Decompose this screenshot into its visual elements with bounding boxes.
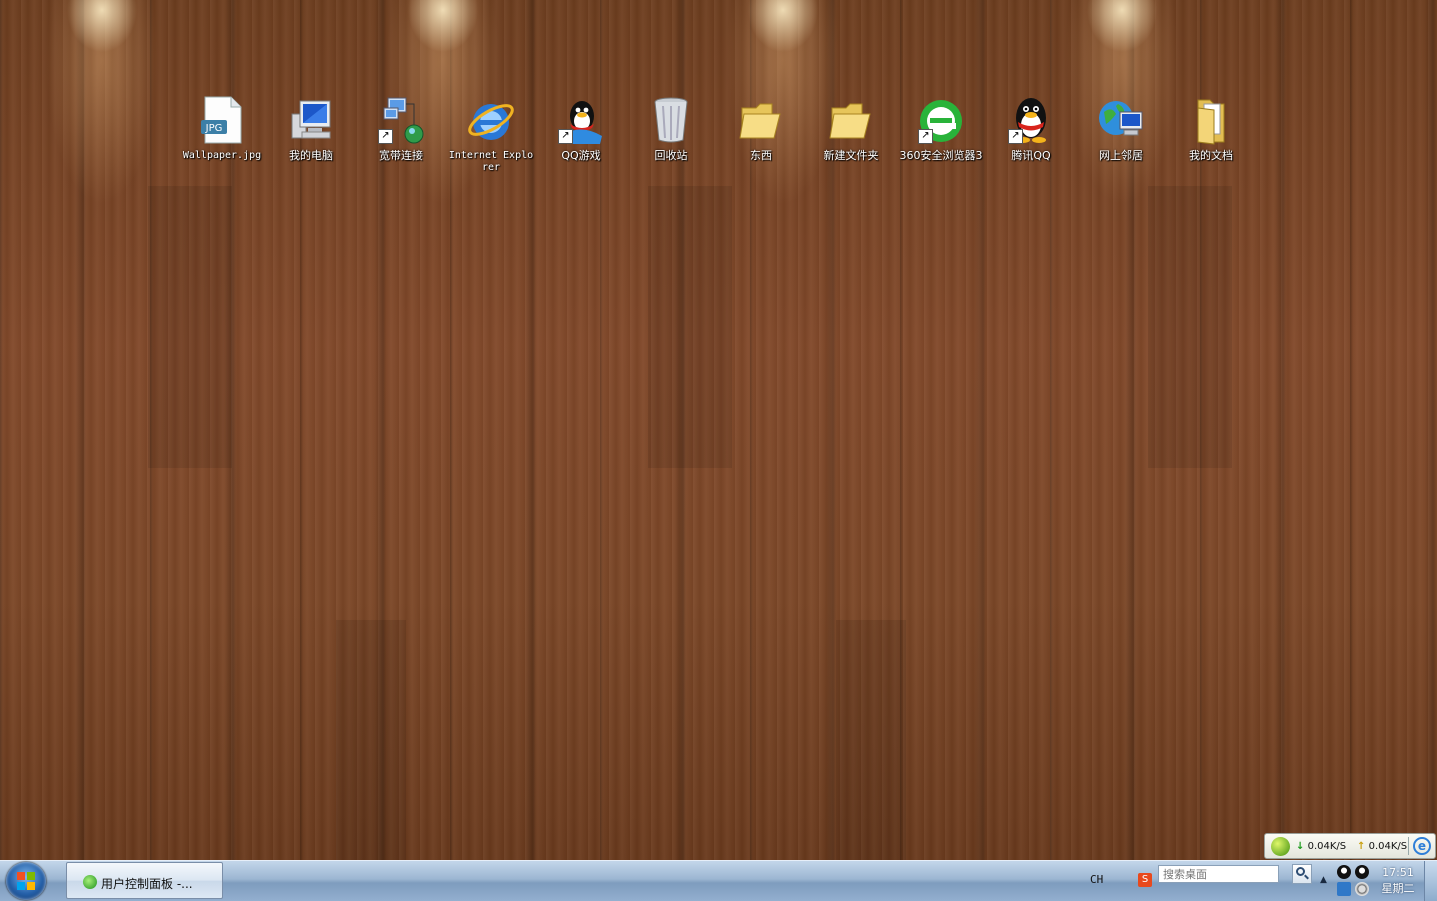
- recycle-bin-icon: [646, 94, 696, 146]
- internet-explorer-icon[interactable]: e: [1413, 837, 1431, 855]
- clock-time: 17:51: [1382, 866, 1414, 879]
- my-documents-icon: [1186, 94, 1236, 146]
- 360-browser-icon: [83, 875, 97, 889]
- desktop-icon-recycle-bin[interactable]: 回收站: [626, 94, 716, 162]
- desktop-icon-internet-explorer[interactable]: Internet Explorer: [446, 94, 536, 174]
- desktop-search-input[interactable]: [1158, 865, 1279, 883]
- wood-plank-shade: [836, 620, 906, 860]
- desktop-icon-label: Internet Explorer: [448, 150, 534, 173]
- internet-explorer-icon: [466, 94, 516, 146]
- my-computer-icon: [286, 94, 336, 146]
- desktop-icon-folder-stuff[interactable]: 东西: [716, 94, 806, 162]
- system-clock[interactable]: 17:51 星期二: [1374, 865, 1422, 897]
- shortcut-arrow-icon: ↗: [918, 129, 933, 144]
- network-speed-widget[interactable]: ↓ 0.04K/S ↑ 0.04K/S e: [1264, 833, 1436, 859]
- desktop-icon-label: 腾讯QQ: [1011, 149, 1051, 162]
- wood-plank-shade: [148, 186, 232, 468]
- download-speed: ↓ 0.04K/S: [1296, 841, 1346, 852]
- 360-guard-icon[interactable]: [1271, 837, 1290, 856]
- svg-text:JPG: JPG: [205, 123, 223, 134]
- download-arrow-icon: ↓: [1296, 841, 1305, 852]
- network-tray-icon[interactable]: [1337, 882, 1351, 896]
- wood-plank-shade: [648, 186, 732, 468]
- desktop-icon-label: 网上邻居: [1099, 149, 1143, 162]
- divider: [1408, 837, 1409, 855]
- network-connection-icon: ↗: [376, 94, 426, 146]
- folder-icon: [736, 94, 786, 146]
- desktop-icon-label: QQ游戏: [561, 149, 601, 162]
- desktop-icon-my-documents[interactable]: 我的文档: [1166, 94, 1256, 162]
- search-icon-handle: [1304, 874, 1309, 880]
- desktop-icon-label: Wallpaper.jpg: [182, 150, 262, 161]
- 360-browser-icon: ↗: [916, 94, 966, 146]
- download-speed-value: 0.04K/S: [1307, 841, 1347, 852]
- shortcut-arrow-icon: ↗: [378, 129, 393, 144]
- wood-plank-shade: [336, 620, 406, 860]
- sogou-ime-icon[interactable]: S: [1138, 873, 1152, 887]
- start-button[interactable]: [6, 862, 46, 900]
- desktop-background: JPG Wallpaper.jpg 我的电脑 ↗ 宽带连接 Internet E…: [0, 0, 1437, 860]
- taskbar: 用户控制面板 -... CH S ▲ 17:51 星期二: [0, 860, 1437, 901]
- network-places-icon: [1096, 94, 1146, 146]
- clock-day: 星期二: [1381, 882, 1415, 895]
- desktop-icon-label: 宽带连接: [379, 149, 423, 162]
- desktop-icon-label: 360安全浏览器3: [899, 149, 983, 162]
- desktop-icon-new-folder[interactable]: 新建文件夹: [806, 94, 896, 162]
- jpg-file-icon: JPG: [197, 94, 247, 146]
- qq-tray-icon[interactable]: [1337, 865, 1351, 879]
- volume-tray-icon[interactable]: [1355, 882, 1369, 896]
- taskbar-window-button[interactable]: 用户控制面板 -...: [66, 862, 223, 899]
- desktop-icon-my-computer[interactable]: 我的电脑: [266, 94, 356, 162]
- upload-speed-value: 0.04K/S: [1368, 841, 1408, 852]
- upload-speed: ↑ 0.04K/S: [1357, 841, 1407, 852]
- qq-tray-icon[interactable]: [1355, 865, 1369, 879]
- desktop-icon-360-browser[interactable]: ↗ 360安全浏览器3: [896, 94, 986, 162]
- desktop-icon-network-places[interactable]: 网上邻居: [1076, 94, 1166, 162]
- wood-plank-shade: [1148, 186, 1232, 468]
- desktop-icon-tencent-qq[interactable]: ↗ 腾讯QQ: [986, 94, 1076, 162]
- desktop-icon-wallpaper[interactable]: JPG Wallpaper.jpg: [177, 94, 267, 162]
- desktop-icon-label: 回收站: [654, 149, 688, 162]
- folder-icon: [826, 94, 876, 146]
- search-button[interactable]: [1292, 864, 1312, 884]
- taskbar-window-label: 用户控制面板 -...: [101, 877, 193, 891]
- upload-arrow-icon: ↑: [1357, 841, 1366, 852]
- show-desktop-button[interactable]: [1424, 861, 1437, 901]
- shortcut-arrow-icon: ↗: [1008, 129, 1023, 144]
- tray-expand-chevron-icon[interactable]: ▲: [1320, 875, 1327, 885]
- windows-logo-icon: [17, 872, 35, 890]
- desktop-icon-label: 新建文件夹: [823, 149, 879, 162]
- desktop-icon-broadband[interactable]: ↗ 宽带连接: [356, 94, 446, 162]
- qq-penguin-icon: ↗: [1006, 94, 1056, 146]
- shortcut-arrow-icon: ↗: [558, 129, 573, 144]
- desktop-icon-label: 我的电脑: [289, 149, 333, 162]
- desktop-icon-qq-games[interactable]: ↗ QQ游戏: [536, 94, 626, 162]
- desktop-icon-label: 东西: [750, 149, 772, 162]
- qq-games-icon: ↗: [556, 94, 606, 146]
- desktop-icon-label: 我的文档: [1189, 149, 1233, 162]
- language-indicator[interactable]: CH: [1090, 873, 1103, 886]
